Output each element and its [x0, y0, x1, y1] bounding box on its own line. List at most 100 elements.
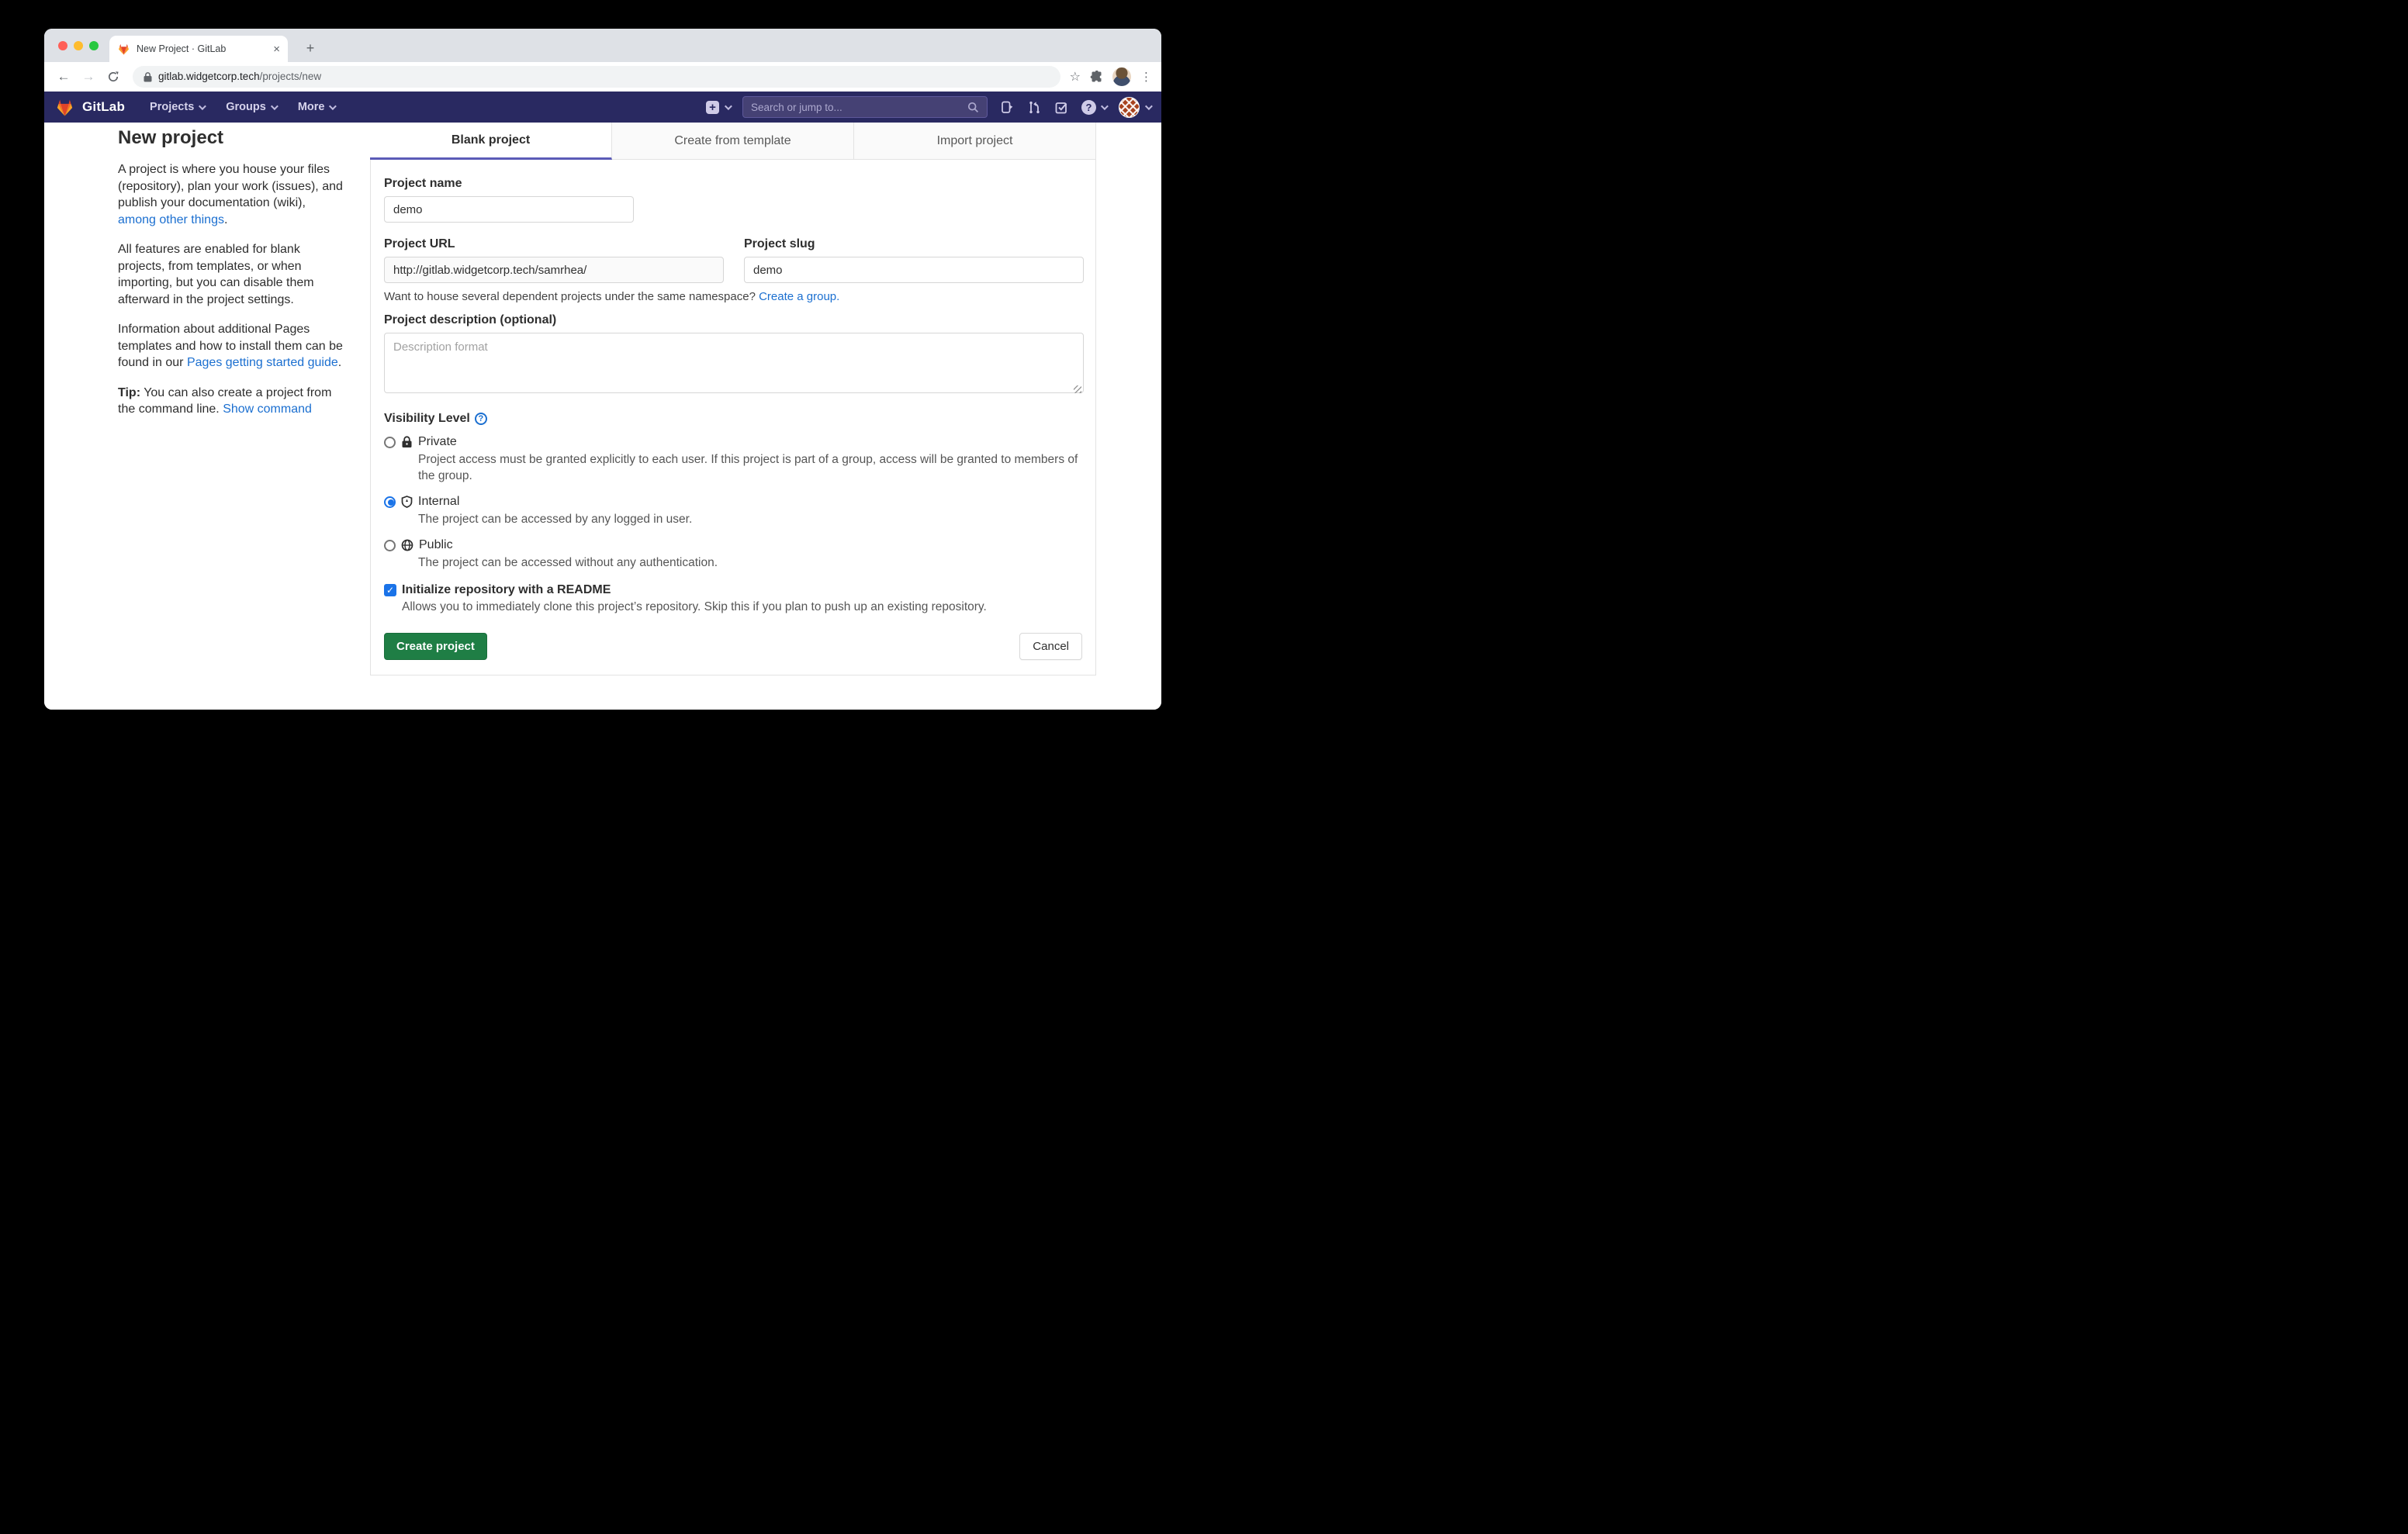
reload-button[interactable]	[103, 67, 123, 87]
issues-icon	[1000, 100, 1015, 115]
lock-icon	[401, 436, 413, 448]
among-other-things-link[interactable]: among other things	[118, 213, 224, 226]
todos-menu-button[interactable]	[1054, 100, 1069, 115]
namespace-hint: Want to house several dependent projects…	[384, 290, 1082, 303]
gitlab-favicon-icon	[117, 43, 130, 55]
visibility-level-label: Visibility Level	[384, 412, 470, 426]
shield-icon	[401, 496, 413, 508]
public-radio[interactable]	[384, 540, 396, 551]
project-description-textarea[interactable]	[384, 333, 1084, 393]
nav-item-groups[interactable]: Groups	[218, 92, 284, 123]
lock-secure-icon	[144, 72, 152, 82]
user-avatar	[1119, 97, 1140, 118]
readme-description: Allows you to immediately clone this pro…	[402, 600, 1082, 614]
project-url-input[interactable]	[384, 257, 724, 283]
reload-icon	[107, 71, 119, 83]
internal-option-label[interactable]: Internal	[418, 495, 459, 509]
tab-title: New Project · GitLab	[137, 43, 267, 54]
project-slug-input[interactable]	[744, 257, 1084, 283]
new-menu[interactable]: +	[706, 101, 730, 114]
tab-blank-project[interactable]: Blank project	[370, 123, 612, 160]
window-minimize-button[interactable]	[74, 41, 83, 50]
browser-menu-icon[interactable]: ⋮	[1140, 70, 1152, 84]
browser-window: New Project · GitLab × + ← → gitlab.widg…	[44, 29, 1161, 710]
chevron-down-icon	[199, 102, 206, 110]
sidebar-help-column: New project A project is where you house…	[44, 123, 370, 710]
internal-radio[interactable]	[384, 496, 396, 508]
todo-check-icon	[1054, 100, 1069, 115]
window-controls	[58, 41, 99, 50]
private-option-description: Project access must be granted explicitl…	[418, 451, 1082, 484]
tab-create-from-template[interactable]: Create from template	[612, 123, 854, 160]
readme-checkbox[interactable]: ✓	[384, 584, 396, 596]
project-url-label: Project URL	[384, 237, 724, 251]
project-name-input[interactable]	[384, 196, 634, 223]
gitlab-brand[interactable]: GitLab	[55, 98, 125, 116]
chevron-down-icon	[271, 102, 279, 110]
visibility-option-internal: Internal The project can be accessed by …	[384, 495, 1082, 527]
globe-icon	[401, 539, 413, 551]
visibility-option-public: Public The project can be accessed witho…	[384, 538, 1082, 571]
browser-tab[interactable]: New Project · GitLab ×	[109, 36, 288, 62]
gitlab-navbar: GitLab Projects Groups More + Search or …	[44, 92, 1161, 123]
project-type-tabs: Blank project Create from template Impor…	[370, 123, 1096, 160]
pages-guide-link[interactable]: Pages getting started guide	[187, 356, 338, 369]
internal-option-description: The project can be accessed by any logge…	[418, 511, 1082, 527]
new-tab-button[interactable]: +	[300, 38, 320, 58]
chevron-down-icon	[329, 102, 337, 110]
chevron-down-icon	[725, 102, 732, 110]
chevron-down-icon	[1145, 102, 1153, 110]
chevron-down-icon	[1101, 102, 1109, 110]
window-close-button[interactable]	[58, 41, 67, 50]
visibility-option-private: Private Project access must be granted e…	[384, 435, 1082, 484]
new-plus-icon: +	[706, 101, 719, 114]
create-project-button[interactable]: Create project	[384, 633, 487, 660]
public-option-description: The project can be accessed without any …	[418, 555, 1082, 571]
address-bar[interactable]: gitlab.widgetcorp.tech/projects/new	[133, 66, 1060, 88]
nav-item-more[interactable]: More	[290, 92, 343, 123]
private-option-label[interactable]: Private	[418, 435, 457, 449]
url-path: /projects/new	[260, 71, 322, 82]
blank-project-form: Project name Project URL Project slug	[370, 160, 1096, 675]
create-group-link[interactable]: Create a group.	[759, 290, 839, 303]
textarea-resize-handle[interactable]	[1074, 385, 1081, 393]
sidebar-paragraph: Information about additional Pages templ…	[118, 321, 344, 371]
nav-item-projects[interactable]: Projects	[142, 92, 212, 123]
tab-import-project[interactable]: Import project	[854, 123, 1096, 160]
bookmark-star-icon[interactable]: ☆	[1070, 69, 1081, 85]
user-menu[interactable]	[1119, 97, 1150, 118]
cancel-button[interactable]: Cancel	[1019, 633, 1082, 660]
public-option-label[interactable]: Public	[419, 538, 453, 552]
browser-profile-avatar[interactable]	[1112, 67, 1131, 86]
extensions-puzzle-icon[interactable]	[1090, 71, 1103, 84]
tab-close-icon[interactable]: ×	[273, 43, 280, 55]
gitlab-brand-label: GitLab	[82, 99, 125, 115]
browser-tabstrip: New Project · GitLab × +	[44, 29, 1161, 62]
merge-request-icon	[1027, 100, 1042, 115]
back-button[interactable]: ←	[54, 67, 74, 87]
project-name-label: Project name	[384, 177, 1082, 191]
help-icon: ?	[1081, 100, 1096, 115]
sidebar-tip: Tip: You can also create a project from …	[118, 385, 344, 418]
show-command-link[interactable]: Show command	[223, 403, 312, 416]
sidebar-paragraph: All features are enabled for blank proje…	[118, 241, 344, 308]
browser-toolbar: ← → gitlab.widgetcorp.tech/projects/new …	[44, 62, 1161, 92]
gitlab-logo-icon	[55, 98, 74, 116]
new-project-panel: Blank project Create from template Impor…	[370, 123, 1096, 675]
project-description-label: Project description (optional)	[384, 313, 1082, 327]
forward-button[interactable]: →	[78, 67, 99, 87]
help-menu[interactable]: ?	[1081, 100, 1106, 115]
window-zoom-button[interactable]	[89, 41, 99, 50]
merge-requests-menu-button[interactable]	[1027, 100, 1042, 115]
issues-menu-button[interactable]	[1000, 100, 1015, 115]
sidebar-paragraph: A project is where you house your files …	[118, 161, 344, 228]
page-title: New project	[118, 127, 339, 149]
private-radio[interactable]	[384, 437, 396, 448]
page-content: New project A project is where you house…	[44, 123, 1161, 710]
project-slug-label: Project slug	[744, 237, 1084, 251]
visibility-help-icon[interactable]: ?	[475, 413, 487, 425]
url-host: gitlab.widgetcorp.tech	[158, 71, 260, 82]
readme-label[interactable]: Initialize repository with a README	[402, 583, 611, 597]
global-search-input[interactable]: Search or jump to...	[742, 96, 988, 118]
search-icon	[967, 102, 979, 113]
